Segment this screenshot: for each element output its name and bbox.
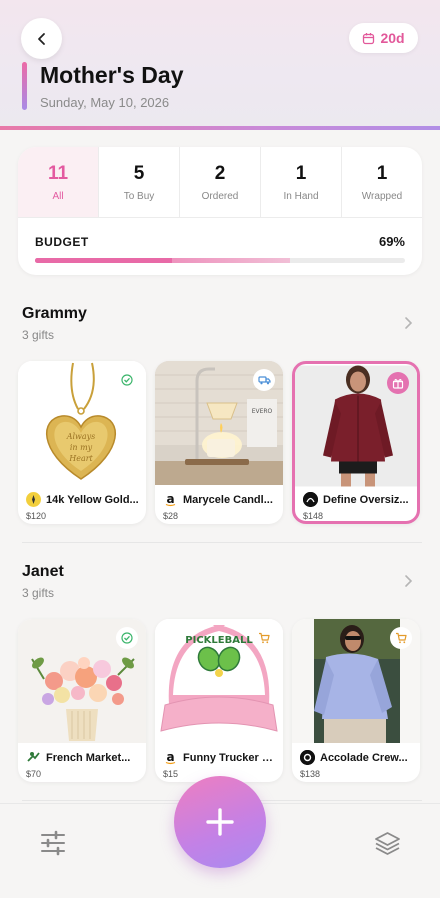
truck-icon [257,376,271,385]
stat-count: 1 [376,162,388,184]
gift-card[interactable]: EVERO a Marycele Candl... $28 [155,361,283,524]
gift-name-row: Define Oversiz... [303,492,411,507]
hat-print-text: PICKLEBALL [185,635,253,646]
svg-text:a: a [166,492,174,506]
svg-text:Always: Always [66,432,96,441]
back-button[interactable] [21,18,62,59]
stat-label: Wrapped [361,190,403,202]
svg-text:in my: in my [70,443,93,452]
filter-wrapped[interactable]: 1 Wrapped [342,147,422,217]
section-divider [22,542,422,543]
status-badge [116,369,138,391]
title-accent-bar [22,62,27,110]
gift-name: 14k Yellow Gold... [46,493,139,506]
gift-price: $70 [26,769,42,779]
event-date: Sunday, May 10, 2026 [40,95,170,110]
add-gift-button[interactable] [174,776,266,868]
cart-icon [396,632,407,644]
filter-all[interactable]: 11 All [18,147,99,217]
sliders-icon[interactable] [40,830,66,856]
svg-text:a: a [166,750,174,764]
layers-icon[interactable] [374,830,401,857]
calendar-icon [363,32,375,44]
header-accent-line [0,126,440,130]
status-filter-row: 11 All 5 To Buy 2 Ordered 1 In Hand 1 Wr… [18,147,422,218]
gift-card-selected[interactable]: Define Oversiz... $148 [292,361,420,524]
plus-icon [206,808,234,836]
gift-count: 3 gifts [22,586,55,600]
stat-label: In Hand [283,190,319,202]
stat-label: Ordered [201,190,239,202]
gift-name: Marycele Candl... [183,493,273,506]
gift-name-row: French Market... [26,750,140,765]
alo-logo [300,750,315,765]
gold-store-logo [26,492,41,507]
budget-percent: 69% [378,234,405,249]
check-icon [121,374,133,386]
chevron-right-icon[interactable] [404,574,414,588]
page-title: Mother's Day [40,62,184,88]
filter-ordered[interactable]: 2 Ordered [180,147,261,217]
stat-count: 5 [133,162,145,184]
recipient-name: Grammy [22,305,87,322]
gift-name: Funny Trucker H... [183,751,277,764]
lululemon-logo [303,492,318,507]
gift-name: Accolade Crew... [320,751,408,764]
amazon-logo: a [163,492,178,507]
amazon-logo: a [163,750,178,765]
days-left-text: 20d [380,30,405,46]
gift-name-row: 14k Yellow Gold... [26,492,140,507]
svg-text:Heart: Heart [68,454,93,463]
budget-spent-fill [35,258,172,263]
days-left-badge[interactable]: 20d [349,23,418,53]
budget-label: BUDGET [35,234,89,249]
gift-name-row: a Funny Trucker H... [163,750,277,765]
gift-price: $138 [300,769,321,779]
stat-label: All [52,190,64,202]
filter-in-hand[interactable]: 1 In Hand [261,147,342,217]
stats-card: 11 All 5 To Buy 2 Ordered 1 In Hand 1 Wr… [18,147,422,275]
gift-card[interactable]: Always in my Heart 14k Yellow Gold... $1… [18,361,146,524]
gift-card[interactable]: French Market... $70 [18,619,146,782]
budget-row: BUDGET 69% [18,218,422,249]
gift-count: 3 gifts [22,328,55,342]
gift-price: $120 [26,511,47,521]
recipient-header-grammy[interactable]: Grammy 3 gifts [22,305,87,342]
florist-logo [26,750,41,765]
recipient-name: Janet [22,563,64,580]
gift-name-row: a Marycele Candl... [163,492,277,507]
gift-icon [392,378,404,389]
stat-count: 1 [295,162,307,184]
gift-name-row: Accolade Crew... [300,750,414,765]
stat-count: 11 [47,162,69,184]
cart-icon [259,632,270,644]
chevron-right-icon[interactable] [404,316,414,330]
gift-price: $28 [163,511,179,521]
check-icon [121,632,133,644]
filter-to-buy[interactable]: 5 To Buy [99,147,180,217]
stat-label: To Buy [123,190,155,202]
gift-name: Define Oversiz... [323,493,409,506]
svg-text:EVERO: EVERO [252,408,273,415]
status-badge [253,369,275,391]
recipient-header-janet[interactable]: Janet 3 gifts [22,563,64,600]
gift-price: $148 [303,511,324,521]
stat-count: 2 [214,162,226,184]
gift-card[interactable]: PICKLEBALL a Funny Trucker H... $15 [155,619,283,782]
budget-progress-bar [35,258,405,263]
status-badge [390,627,412,649]
status-badge [116,627,138,649]
gift-name: French Market... [46,751,131,764]
gift-card[interactable]: Accolade Crew... $138 [292,619,420,782]
status-badge [387,372,409,394]
status-badge [253,627,275,649]
chevron-left-icon [37,32,45,45]
gift-price: $15 [163,769,179,779]
